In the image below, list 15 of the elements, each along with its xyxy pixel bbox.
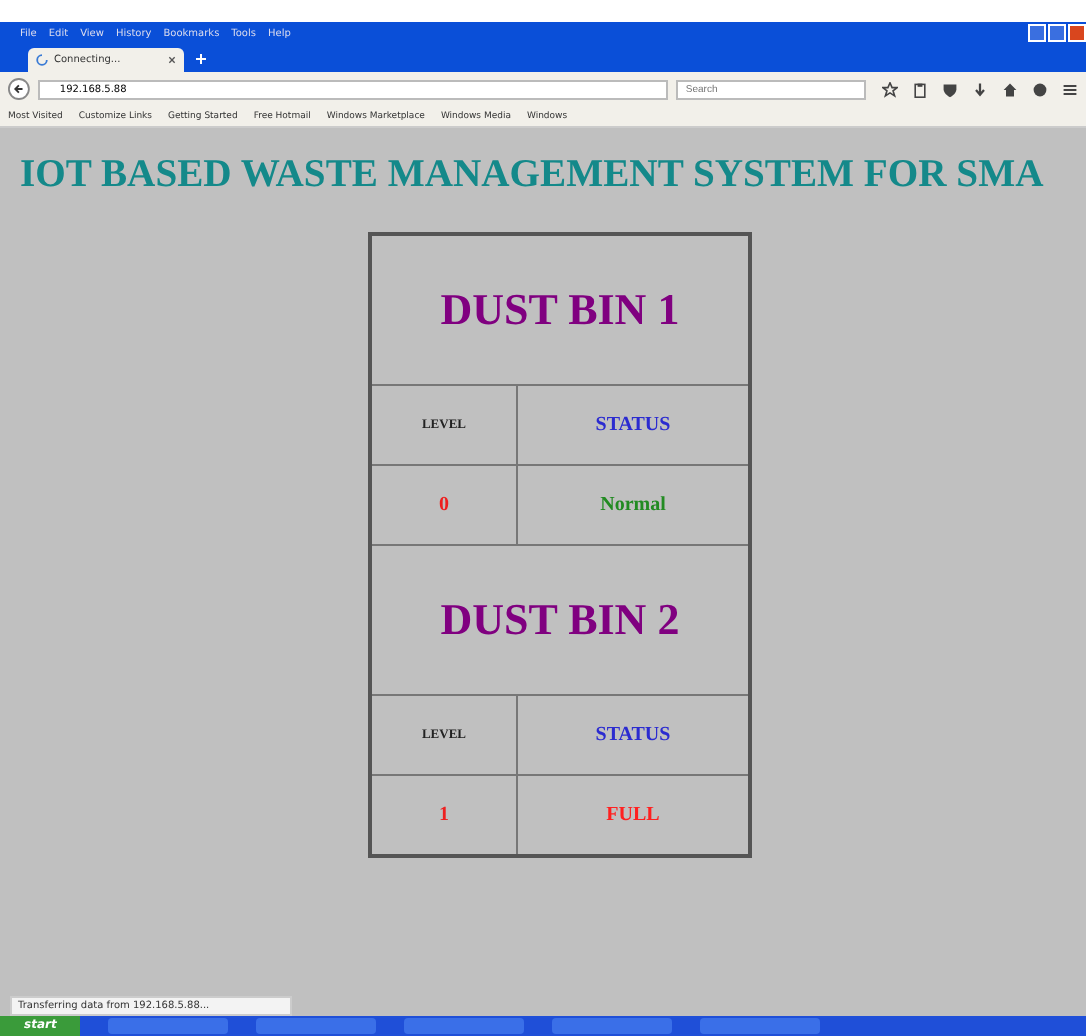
star-icon[interactable] xyxy=(882,81,898,97)
close-tab-icon[interactable] xyxy=(168,56,176,64)
close-icon[interactable] xyxy=(1068,24,1086,42)
download-icon[interactable] xyxy=(972,81,988,97)
table-cell: 0 xyxy=(370,465,517,545)
maximize-icon[interactable] xyxy=(1048,24,1066,42)
minimize-icon[interactable] xyxy=(1028,24,1046,42)
menu-icon[interactable] xyxy=(1062,81,1078,97)
back-icon[interactable] xyxy=(8,78,30,100)
clipboard-icon[interactable] xyxy=(912,81,928,97)
page-heading: IOT BASED WASTE MANAGEMENT SYSTEM FOR SMA xyxy=(18,152,1044,200)
shield-icon[interactable] xyxy=(942,81,958,97)
new-tab-button[interactable] xyxy=(196,54,206,64)
loading-icon xyxy=(36,54,48,66)
home-icon[interactable] xyxy=(1002,81,1018,97)
